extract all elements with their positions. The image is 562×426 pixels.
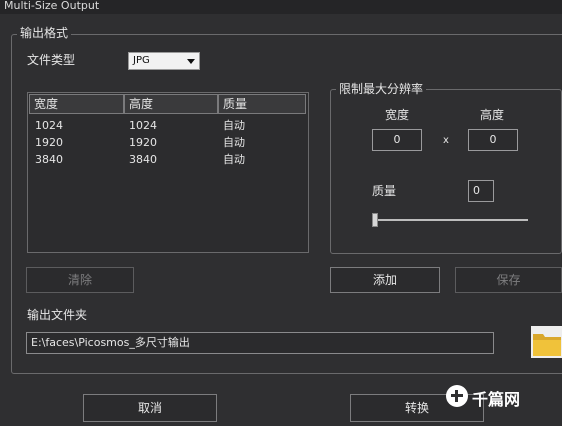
window-title: Multi-Size Output <box>0 0 562 14</box>
limit-width-input[interactable]: 0 <box>372 129 422 151</box>
file-type-select[interactable]: JPG <box>128 52 200 70</box>
limit-width-label: 宽度 <box>385 108 410 122</box>
output-folder-input[interactable]: E:\faces\Picosmos_多尺寸输出 <box>26 332 494 354</box>
column-header-quality[interactable]: 质量 <box>218 94 306 114</box>
size-table[interactable]: 宽度 高度 质量 1024 1024 自动 1920 1920 自动 3840 … <box>27 92 309 253</box>
output-folder-label: 输出文件夹 <box>27 308 88 322</box>
add-button[interactable]: 添加 <box>330 267 440 293</box>
cell-height: 1920 <box>129 136 157 149</box>
cell-height: 3840 <box>129 153 157 166</box>
cell-width: 3840 <box>35 153 63 166</box>
cancel-button[interactable]: 取消 <box>83 394 217 422</box>
quality-input[interactable]: 0 <box>468 180 494 202</box>
save-button[interactable]: 保存 <box>455 267 562 293</box>
quality-slider[interactable] <box>372 219 528 221</box>
cell-height: 1024 <box>129 119 157 132</box>
times-sign: x <box>443 135 449 146</box>
clear-button[interactable]: 清除 <box>26 267 134 293</box>
table-row[interactable]: 1024 1024 自动 <box>28 118 308 134</box>
file-type-value: JPG <box>133 55 150 66</box>
cell-width: 1920 <box>35 136 63 149</box>
file-type-label: 文件类型 <box>27 53 76 67</box>
table-header: 宽度 高度 质量 <box>28 93 308 114</box>
output-format-title: 输出格式 <box>17 26 72 40</box>
limit-height-label: 高度 <box>480 108 505 122</box>
folder-icon[interactable] <box>531 326 562 358</box>
column-header-width[interactable]: 宽度 <box>29 94 124 114</box>
limit-height-input[interactable]: 0 <box>468 129 518 151</box>
cell-quality: 自动 <box>223 119 245 132</box>
cell-width: 1024 <box>35 119 63 132</box>
limit-resolution-title: 限制最大分辨率 <box>336 82 427 96</box>
watermark-logo-icon <box>446 385 468 407</box>
table-row[interactable]: 1920 1920 自动 <box>28 135 308 151</box>
watermark-text: 千篇网 <box>472 390 521 409</box>
column-header-height[interactable]: 高度 <box>124 94 218 114</box>
table-row[interactable]: 3840 3840 自动 <box>28 152 308 168</box>
chevron-down-icon <box>187 59 195 64</box>
cell-quality: 自动 <box>223 153 245 166</box>
quality-label: 质量 <box>372 184 397 198</box>
cell-quality: 自动 <box>223 136 245 149</box>
quality-slider-thumb[interactable] <box>372 213 378 227</box>
limit-resolution-group <box>330 89 562 254</box>
